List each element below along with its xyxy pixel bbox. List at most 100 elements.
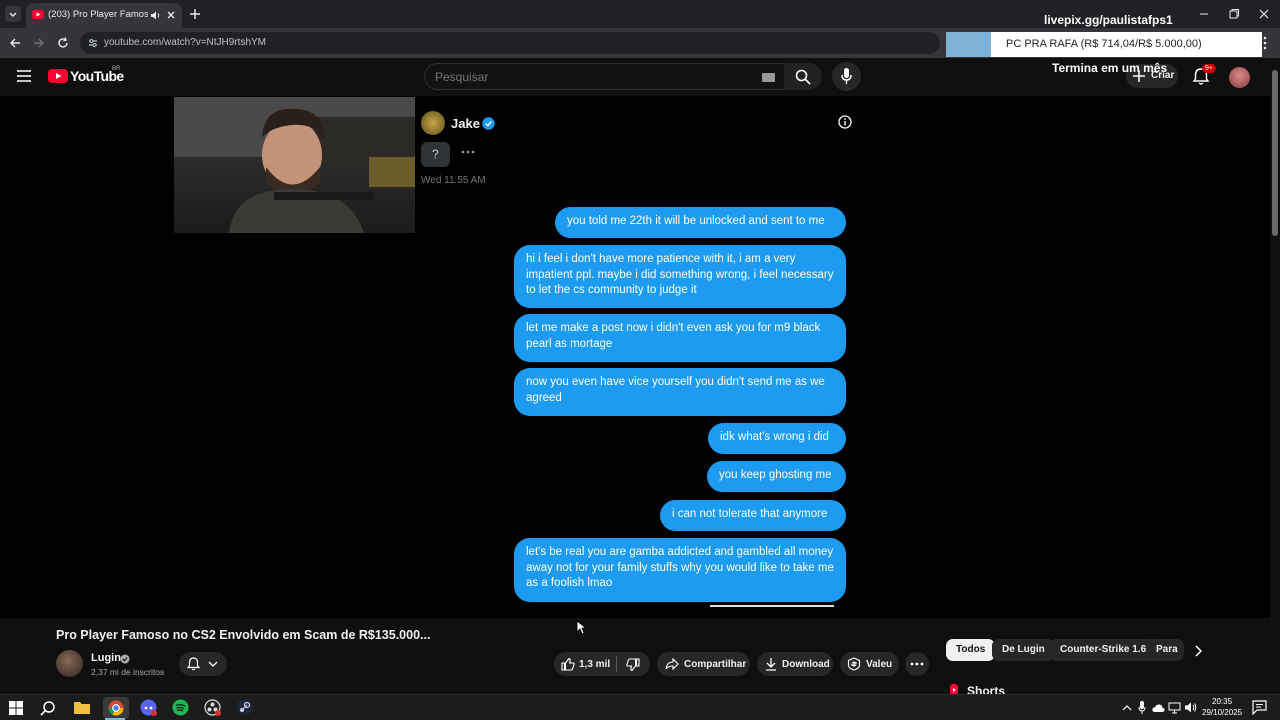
share-button[interactable]: Compartilhar xyxy=(657,652,750,676)
clock-date[interactable]: 29/10/2025 xyxy=(1202,708,1242,717)
cloud-icon[interactable] xyxy=(1152,703,1165,712)
share-label: Compartilhar xyxy=(684,659,747,670)
message-timestamp: Wed 11:55 AM xyxy=(421,175,486,186)
chat-message: let's be real you are gamba addicted and… xyxy=(514,538,846,602)
subscriber-count: 2,37 mi de inscritos xyxy=(91,667,165,677)
download-label: Download xyxy=(782,659,830,670)
search-box[interactable] xyxy=(424,63,786,90)
chat-message: idk what's wrong i did xyxy=(708,423,846,454)
notification-center-icon[interactable] xyxy=(1252,700,1267,715)
microphone-icon xyxy=(841,68,852,84)
chat-message: i can not tolerate that anymore xyxy=(660,500,846,531)
chevron-right-icon[interactable] xyxy=(1193,645,1203,657)
youtube-logo-icon xyxy=(48,69,68,83)
like-dislike-group: 1,3 mil xyxy=(554,652,650,676)
unknown-attachment: ? xyxy=(421,142,450,167)
chat-message: hi i feel i don't have more patience wit… xyxy=(514,245,846,308)
steam-icon[interactable] xyxy=(236,699,253,716)
minimize-icon[interactable] xyxy=(1198,8,1210,20)
new-tab-icon[interactable] xyxy=(189,8,201,20)
tray-mic-icon[interactable] xyxy=(1138,701,1146,714)
chrome-icon xyxy=(108,700,124,716)
chip-all[interactable]: Todos xyxy=(946,639,996,661)
chevron-down-icon xyxy=(208,661,218,667)
forward-arrow-icon[interactable] xyxy=(32,36,46,50)
more-horizontal-icon xyxy=(910,662,924,666)
super-thanks-icon xyxy=(847,657,861,671)
donation-goal-bar: PC PRA RAFA (R$ 714,04/R$ 5.000,00) xyxy=(946,32,1262,57)
windows-taskbar: 20:35 29/10/2025 xyxy=(0,694,1280,720)
more-actions-button[interactable] xyxy=(905,652,929,676)
close-window-icon[interactable] xyxy=(1258,8,1270,20)
chevron-down-icon xyxy=(9,12,17,17)
windows-start-icon[interactable] xyxy=(9,701,23,715)
donation-progress-fill xyxy=(946,32,992,57)
taskbar-search-icon[interactable] xyxy=(40,700,56,716)
scrollbar-thumb[interactable] xyxy=(1272,70,1278,236)
keyboard-icon[interactable] xyxy=(762,73,775,82)
mouse-cursor-icon xyxy=(576,620,586,635)
hamburger-menu-icon[interactable] xyxy=(17,70,31,82)
like-count[interactable]: 1,3 mil xyxy=(579,659,610,670)
chat-message: let me make a post now i didn't even ask… xyxy=(514,314,846,362)
browser-tab[interactable]: (203) Pro Player Famoso no xyxy=(26,3,182,28)
dislike-icon[interactable] xyxy=(626,658,640,672)
channel-name[interactable]: Lugin xyxy=(91,652,121,664)
channel-avatar[interactable] xyxy=(56,650,83,677)
chrome-taskbar-button[interactable] xyxy=(103,697,129,719)
file-explorer-icon[interactable] xyxy=(74,700,90,715)
search-input[interactable] xyxy=(435,70,735,84)
close-tab-icon[interactable] xyxy=(166,10,176,20)
question-mark: ? xyxy=(432,147,439,161)
network-icon[interactable] xyxy=(1168,701,1181,714)
download-button[interactable]: Download xyxy=(757,652,833,676)
speaker-icon[interactable] xyxy=(150,10,161,21)
url-text: youtube.com/watch?v=NtJH9rtshYM xyxy=(104,37,267,48)
obs-icon[interactable] xyxy=(204,699,221,716)
notifications-button[interactable]: 9+ xyxy=(1192,64,1216,91)
spotify-icon[interactable] xyxy=(172,699,189,716)
chip-from-channel[interactable]: De Lugin xyxy=(992,639,1055,661)
reload-icon[interactable] xyxy=(56,36,70,50)
search-button[interactable] xyxy=(784,63,822,90)
video-title: Pro Player Famoso no CS2 Envolvido em Sc… xyxy=(56,628,431,642)
more-options-icon[interactable] xyxy=(461,150,475,154)
youtube-favicon-icon xyxy=(32,10,44,19)
browser-menu-icon[interactable] xyxy=(1262,36,1268,50)
site-settings-icon[interactable] xyxy=(87,37,99,49)
url-field[interactable]: youtube.com/watch?v=NtJH9rtshYM xyxy=(80,32,940,54)
chat-message: you told me 22th it will be unlocked and… xyxy=(555,207,846,238)
region-code: BR xyxy=(112,66,121,72)
back-arrow-icon[interactable] xyxy=(8,36,22,50)
subscription-bell-button[interactable] xyxy=(179,652,227,676)
tab-search-button[interactable] xyxy=(5,6,21,22)
share-icon xyxy=(665,657,679,671)
volume-icon[interactable] xyxy=(1184,701,1197,714)
chip-more[interactable]: Para xyxy=(1148,639,1184,661)
partial-message-edge xyxy=(710,605,834,607)
notification-badge: 9+ xyxy=(1202,64,1216,73)
search-icon xyxy=(795,69,811,85)
clock-time[interactable]: 20:35 xyxy=(1212,697,1232,706)
bell-icon xyxy=(187,657,200,671)
discord-icon[interactable] xyxy=(140,699,157,716)
like-icon[interactable] xyxy=(561,657,575,671)
webcam-overlay xyxy=(174,97,415,233)
page-scrollbar[interactable] xyxy=(1270,58,1280,694)
tab-title: (203) Pro Player Famoso no xyxy=(48,9,148,20)
thanks-button[interactable]: Valeu xyxy=(840,652,899,676)
info-icon[interactable] xyxy=(838,115,852,129)
chat-message: now you even have vice yourself you didn… xyxy=(514,368,846,416)
restore-icon[interactable] xyxy=(1228,8,1240,20)
chip-topic[interactable]: Counter-Strike 1.6 xyxy=(1050,639,1157,661)
voice-search-button[interactable] xyxy=(832,62,861,91)
verified-check-icon xyxy=(120,654,130,664)
donation-goal-text: PC PRA RAFA (R$ 714,04/R$ 5.000,00) xyxy=(1006,38,1202,50)
livepix-link: livepix.gg/paulistafps1 xyxy=(1044,13,1173,27)
donation-ends-text: Termina em um mês xyxy=(1052,61,1168,75)
contact-avatar xyxy=(421,111,445,135)
streamer-image xyxy=(174,97,415,233)
tray-chevron-up-icon[interactable] xyxy=(1122,704,1132,712)
contact-name: Jake xyxy=(451,116,480,131)
avatar[interactable] xyxy=(1229,67,1250,88)
